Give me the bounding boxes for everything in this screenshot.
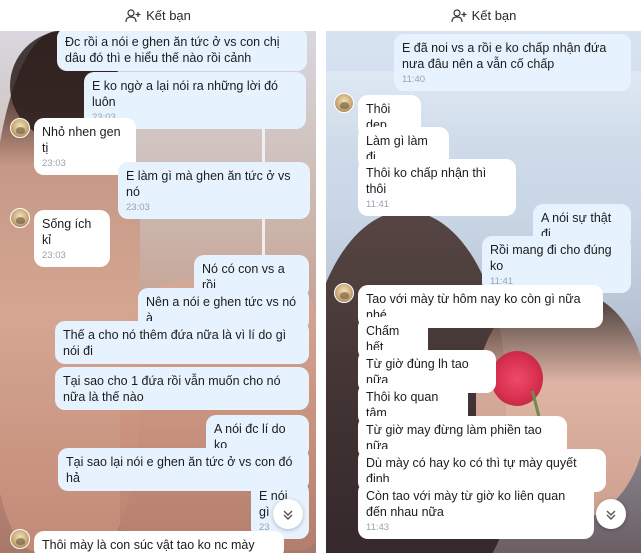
message-bubble[interactable]: E làm gì mà ghen ăn tức ở vs nó 23:03: [118, 162, 310, 219]
message-timestamp: 11:41: [366, 199, 390, 210]
chevron-down-icon: [283, 510, 293, 520]
message-text: Tại sao cho 1 đứa rồi vẫn muốn cho nó nữ…: [63, 374, 281, 404]
add-friend-label[interactable]: Kết bạn: [146, 8, 191, 23]
add-friend-label[interactable]: Kết bạn: [472, 8, 517, 23]
contact-avatar[interactable]: [334, 283, 354, 303]
chat-panel-left: Kết bạn Đc rồi a nói e ghen ăn tức ở vs …: [0, 0, 316, 553]
add-friend-icon[interactable]: [125, 8, 141, 23]
message-text: Thôi ko chấp nhận thì thôi: [366, 166, 487, 196]
message-text: Tại sao lại nói e ghen ăn tức ở vs con đ…: [66, 455, 293, 485]
message-bubble[interactable]: Tại sao cho 1 đứa rồi vẫn muốn cho nó nữ…: [55, 367, 309, 410]
message-text: E ko ngờ a lại nói ra những lời đó luôn: [92, 79, 278, 109]
contact-avatar[interactable]: [10, 208, 30, 228]
chat-header: Kết bạn: [0, 0, 316, 31]
message-text: Đc rồi a nói e ghen ăn tức ở vs con chị …: [65, 35, 280, 65]
contact-avatar[interactable]: [10, 529, 30, 549]
scroll-down-button[interactable]: [273, 499, 303, 529]
message-text: Còn tao với mày từ giờ ko liên quan đến …: [366, 489, 566, 519]
chat-panel-right: Kết bạn E đã noi vs a rồi e ko chấp nhận…: [326, 0, 641, 553]
add-friend-icon[interactable]: [450, 8, 467, 23]
contact-avatar[interactable]: [10, 118, 30, 138]
message-text: Thế a cho nó thêm đứa nữa là vì lí do gì…: [63, 328, 287, 358]
message-bubble[interactable]: Thế a cho nó thêm đứa nữa là vì lí do gì…: [55, 321, 309, 364]
message-timestamp: 11:43: [366, 522, 390, 533]
message-timestamp: 23:03: [126, 202, 150, 213]
message-text: E làm gì mà ghen ăn tức ở vs nó: [126, 169, 291, 199]
message-bubble[interactable]: Thôi mày là con súc vật tao ko nc mày nữ…: [34, 531, 284, 553]
message-bubble[interactable]: Còn tao với mày từ giờ ko liên quan đến …: [358, 482, 594, 539]
message-bubble[interactable]: Sống ích kỉ 23:03: [34, 210, 110, 267]
message-bubble[interactable]: E đã noi vs a rồi e ko chấp nhận đứa nưa…: [394, 34, 631, 91]
scroll-down-button[interactable]: [596, 499, 626, 529]
message-text: Thôi mày là con súc vật tao ko nc mày nữ…: [42, 538, 255, 552]
chevron-down-icon: [606, 510, 616, 520]
message-bubble[interactable]: Thôi ko chấp nhận thì thôi 11:41: [358, 159, 516, 216]
chat-header: Kết bạn: [326, 0, 641, 31]
message-timestamp: 23:03: [42, 158, 66, 169]
message-text: Nhỏ nhen gen tị: [42, 125, 121, 155]
message-text: E đã noi vs a rồi e ko chấp nhận đứa nưa…: [402, 41, 607, 71]
message-text: Sống ích kỉ: [42, 217, 92, 247]
message-timestamp: 23:03: [42, 250, 66, 261]
message-text: Rồi mang đi cho đúng ko: [490, 243, 612, 273]
contact-avatar[interactable]: [334, 93, 354, 113]
message-timestamp: 11:40: [402, 74, 426, 85]
message-bubble[interactable]: Đc rồi a nói e ghen ăn tức ở vs con chị …: [57, 28, 307, 71]
